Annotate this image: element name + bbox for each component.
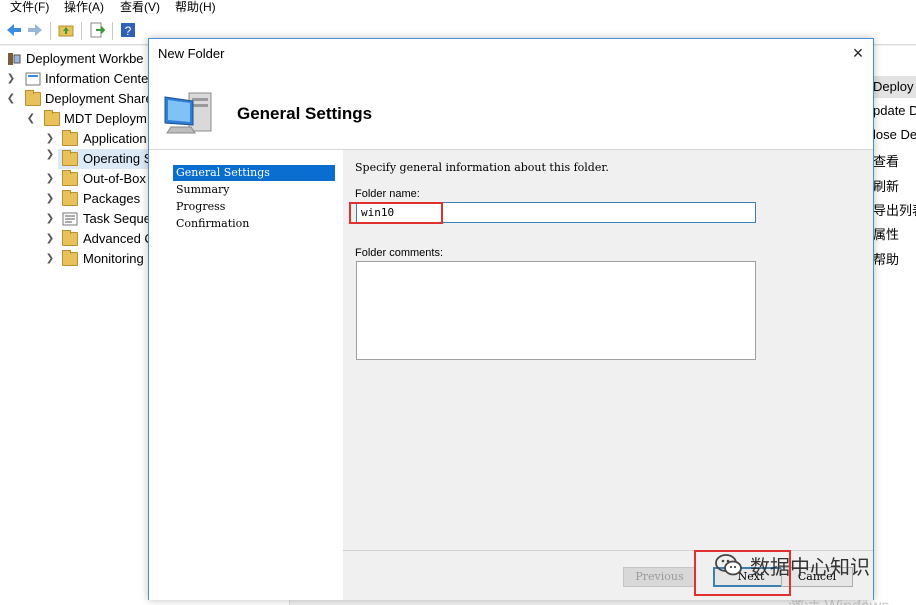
forward-arrow-icon[interactable] — [27, 22, 43, 38]
step-general-settings[interactable]: General Settings — [173, 165, 335, 181]
tree-item-label: Application — [83, 131, 147, 146]
chevron-right-icon[interactable]: ❯ — [45, 229, 55, 249]
toolbar-separator — [81, 22, 82, 40]
wechat-logo-icon — [715, 554, 742, 576]
help-icon[interactable]: ? — [120, 22, 136, 38]
action-view[interactable]: 查看 — [873, 151, 899, 170]
tree-item-label: Deployment Workbe — [26, 51, 144, 66]
action-update-deployment-share[interactable]: pdate D — [873, 103, 916, 118]
action-refresh[interactable]: 刷新 — [873, 176, 899, 195]
export-list-icon[interactable] — [89, 22, 105, 38]
chevron-right-icon[interactable]: ❯ — [45, 149, 55, 169]
step-progress[interactable]: Progress — [173, 199, 335, 215]
step-confirmation[interactable]: Confirmation — [173, 216, 335, 232]
folder-icon — [44, 110, 60, 126]
folder-icon — [62, 130, 78, 146]
menu-action[interactable]: 操作(A) — [64, 0, 104, 15]
folder-icon — [62, 250, 78, 266]
back-arrow-icon[interactable] — [6, 22, 22, 38]
folder-comments-label: Folder comments: — [355, 247, 444, 259]
folder-comments-input[interactable] — [356, 261, 756, 360]
tree-item-label: Out-of-Box — [83, 171, 146, 186]
chevron-right-icon[interactable]: ❯ — [45, 129, 55, 149]
tree-item-label: Task Seque — [83, 211, 151, 226]
information-center-icon — [25, 72, 41, 86]
folder-name-input[interactable] — [356, 202, 756, 223]
watermark-text: 数据中心知识 — [750, 554, 870, 579]
chevron-right-icon[interactable]: ❯ — [45, 209, 55, 229]
tree-item-label: MDT Deploym — [64, 111, 147, 126]
up-folder-icon[interactable] — [58, 22, 74, 38]
folder-icon — [62, 230, 78, 246]
action-properties[interactable]: 属性 — [873, 224, 899, 243]
chevron-right-icon[interactable]: ❯ — [45, 169, 55, 189]
wizard-content: Specify general information about this f… — [343, 150, 873, 550]
menu-bar: 文件(F) 操作(A) 查看(V) 帮助(H) — [0, 0, 916, 16]
action-export-list[interactable]: 导出列表... — [873, 200, 916, 219]
workbench-icon — [8, 53, 21, 65]
tree-item-label: Packages — [83, 191, 141, 206]
toolbar-separator — [112, 22, 113, 40]
intro-text: Specify general information about this f… — [355, 161, 609, 174]
tree-item-label: Advanced C — [83, 231, 154, 246]
new-folder-dialog: New Folder × General Settings General Se… — [148, 38, 874, 600]
menu-view[interactable]: 查看(V) — [120, 0, 160, 15]
wizard-steps: General Settings Summary Progress Confir… — [149, 150, 343, 600]
dialog-title: New Folder — [158, 46, 225, 61]
folder-icon — [62, 150, 78, 166]
computer-icon — [164, 92, 212, 134]
tree-item-label: Operating S — [83, 151, 153, 166]
previous-button[interactable]: Previous — [623, 567, 696, 587]
folder-icon — [62, 190, 78, 206]
chevron-down-icon[interactable]: ❮ — [26, 109, 36, 129]
tree-item-label: Deployment Share — [45, 91, 153, 106]
dialog-header: General Settings — [149, 69, 873, 151]
step-summary[interactable]: Summary — [173, 182, 335, 198]
header-title: General Settings — [237, 104, 373, 123]
tree-item-label: Information Cente — [45, 71, 149, 86]
tree-item-label: Monitoring — [83, 251, 144, 266]
toolbar-separator — [50, 22, 51, 40]
folder-icon — [25, 90, 41, 106]
menu-help[interactable]: 帮助(H) — [175, 0, 216, 15]
wechat-watermark: 数据中心知识 — [714, 548, 870, 582]
action-help[interactable]: 帮助 — [873, 249, 899, 268]
chevron-right-icon[interactable]: ❯ — [45, 249, 55, 269]
chevron-down-icon[interactable]: ❮ — [6, 89, 16, 109]
chevron-right-icon[interactable]: ❯ — [6, 69, 16, 89]
task-sequence-icon — [62, 212, 78, 226]
folder-name-label: Folder name: — [355, 188, 420, 200]
menu-file[interactable]: 文件(F) — [10, 0, 49, 15]
action-deploy[interactable]: Deploy — [873, 79, 913, 94]
close-icon[interactable]: × — [843, 39, 873, 67]
chevron-right-icon[interactable]: ❯ — [45, 189, 55, 209]
folder-icon — [62, 170, 78, 186]
action-close-deployment-share[interactable]: lose De — [873, 127, 916, 142]
svg-text:?: ? — [125, 24, 132, 38]
